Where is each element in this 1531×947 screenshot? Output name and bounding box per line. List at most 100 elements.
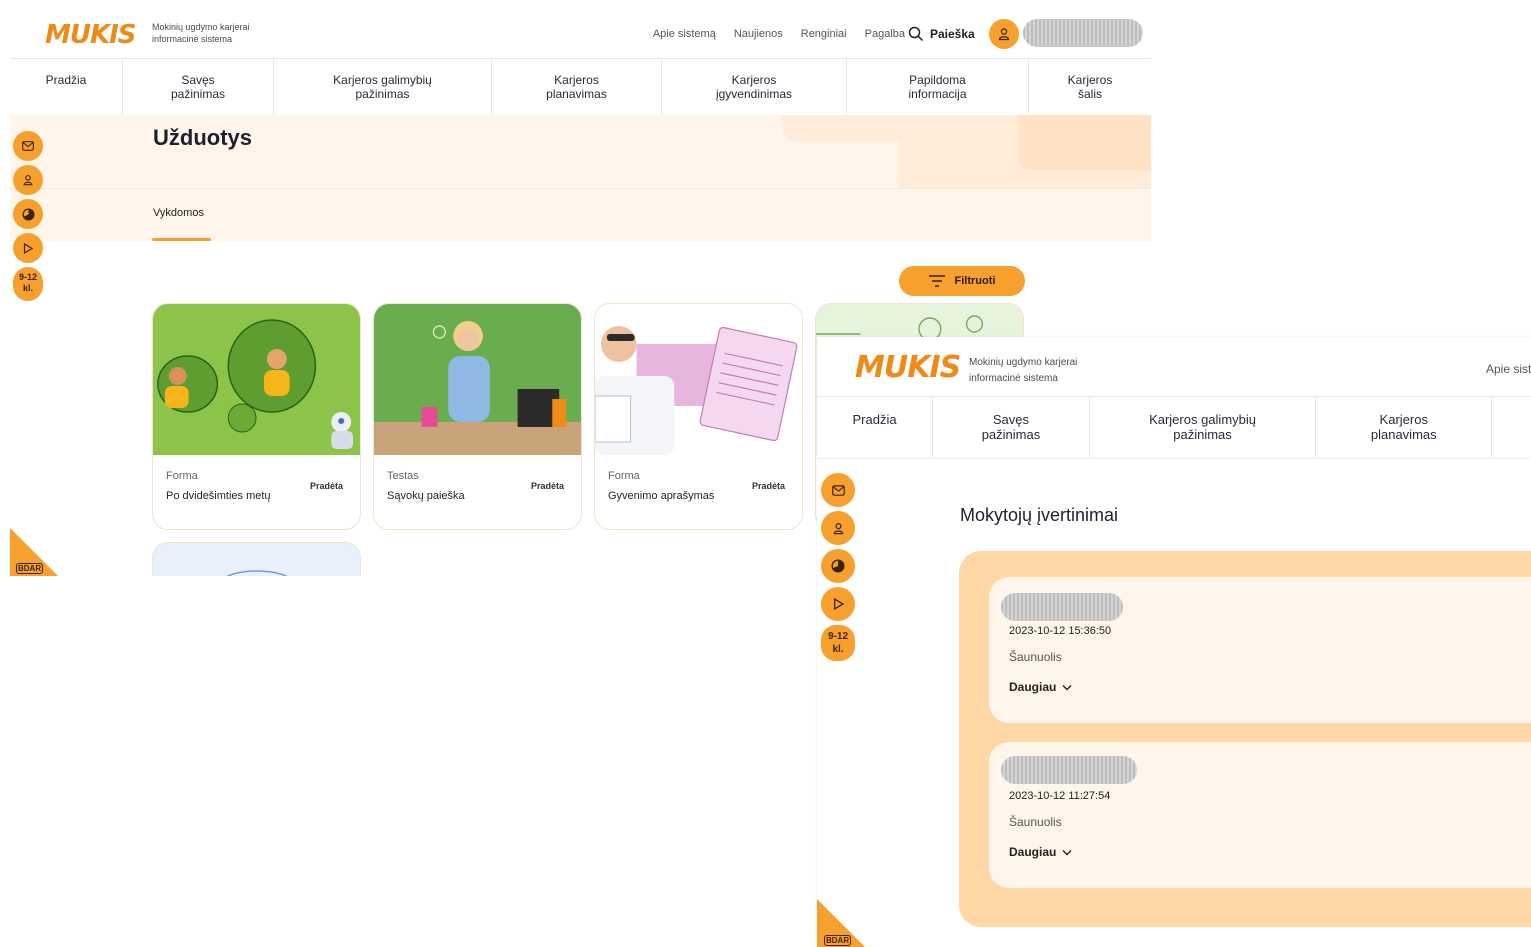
teacher-name-redacted [1001, 593, 1123, 621]
mukis-logo[interactable]: MUKIS [855, 350, 961, 385]
menu-item-planavimas[interactable]: Karjeros planavimas [1316, 397, 1493, 457]
menu-item-label: Karjeros [731, 73, 777, 87]
menu-item-label: Papildoma [909, 73, 966, 87]
messages-button[interactable] [13, 131, 43, 161]
mail-icon [831, 484, 845, 496]
section-title: Mokytojų įvertinimai [960, 505, 1119, 525]
task-card[interactable]: Testas Sąvokų paieška Pradėta [373, 303, 582, 530]
mukis-logo[interactable]: MUKIS [45, 20, 137, 50]
task-title: Po dvidešimties metų [166, 490, 271, 502]
grade-badge[interactable]: 9-12 kl. [821, 625, 855, 661]
search-button[interactable]: Paieška [908, 26, 975, 42]
evaluation-text: Šaunuolis [1009, 815, 1062, 829]
menu-item-label: Savęs [181, 73, 215, 87]
play-icon [833, 598, 844, 610]
menu-item-pradzia[interactable]: Pradžia [10, 59, 123, 115]
filter-label: Filtruoti [954, 275, 996, 287]
logo-subtitle: Mokinių ugdymo karjerai informacinė sist… [152, 21, 250, 45]
user-icon [23, 175, 33, 186]
more-button[interactable]: Daugiau [1009, 845, 1072, 859]
grade-badge-line1: 9-12 [827, 631, 848, 642]
filter-button[interactable]: Filtruoti [899, 266, 1025, 296]
menu-item-saves-pazinimas[interactable]: Savęs pažinimas [933, 397, 1090, 457]
task-status: Pradėta [309, 481, 343, 491]
progress-button[interactable] [13, 199, 43, 229]
search-label: Paieška [930, 27, 975, 41]
menu-item-planavimas[interactable]: Karjeros planavimas [492, 59, 662, 115]
site-header: MUKIS Mokinių ugdymo karjerai informacin… [10, 10, 1151, 59]
menu-item-salis[interactable]: Karjeros šalis [1029, 59, 1151, 115]
nav-link-apie[interactable]: Apie sistemą [653, 28, 716, 40]
menu-item-label: Pradžia [45, 73, 87, 87]
messages-button[interactable] [821, 473, 855, 507]
profile-rail-button[interactable] [821, 511, 855, 545]
task-card[interactable] [152, 542, 361, 576]
search-icon [908, 26, 924, 42]
chart-icon [21, 207, 35, 221]
menu-item-label: Karjeros [554, 73, 599, 87]
play-icon [23, 242, 33, 254]
filter-icon [928, 275, 945, 287]
evaluations-window: MUKIS Mokinių ugdymo karjerai informacin… [817, 337, 1531, 947]
menu-item-label: Karjeros [1379, 412, 1428, 427]
task-type: Forma [608, 470, 640, 482]
logo-subtitle-line2: informacinė sistema [969, 373, 1058, 384]
user-name-redacted[interactable] [1023, 19, 1143, 47]
logo-subtitle: Mokinių ugdymo karjerai informacinė sist… [969, 355, 1077, 387]
task-card-image [595, 304, 802, 455]
user-icon [998, 28, 1010, 41]
menu-item-galimybiu-pazinimas[interactable]: Karjeros galimybių pažinimas [1090, 397, 1317, 457]
task-type: Testas [387, 470, 419, 482]
video-button[interactable] [13, 233, 43, 263]
tab-divider [10, 188, 1151, 189]
decor-shape [1018, 115, 1151, 171]
menu-item-label: pažinimas [981, 427, 1041, 442]
profile-button[interactable] [989, 19, 1019, 49]
top-nav: Apie sistemą Naujienos Renginiai Pagalba [635, 28, 905, 40]
active-tab-indicator [152, 238, 211, 241]
menu-item-galimybiu-pazinimas[interactable]: Karjeros galimybių pažinimas [274, 59, 492, 115]
menu-item-pradzia[interactable]: Pradžia [817, 397, 934, 457]
evaluations-panel: 2023-10-12 15:36:50 Šaunuolis Daugiau 20… [959, 551, 1531, 927]
menu-item-papildoma[interactable]: Papildoma informacija [847, 59, 1029, 115]
nav-link-pagalba[interactable]: Pagalba [865, 28, 905, 40]
teacher-name-redacted [1001, 756, 1137, 784]
task-title: Gyvenimo aprašymas [608, 490, 715, 502]
user-icon [833, 522, 843, 534]
evaluation-date: 2023-10-12 11:27:54 [1009, 790, 1111, 802]
page-title: Užduotys [153, 125, 252, 150]
menu-item-label: Karjeros galimybių [333, 73, 432, 87]
more-button[interactable]: Daugiau [1009, 680, 1072, 694]
nav-link-naujienos[interactable]: Naujienos [734, 28, 783, 40]
task-type: Forma [166, 470, 198, 482]
more-label: Daugiau [1009, 680, 1057, 694]
menu-item-igyvendinimas[interactable] [1492, 397, 1531, 457]
nav-link-renginiai[interactable]: Renginiai [801, 28, 847, 40]
logo-subtitle-line2: informacinė sistema [152, 34, 233, 44]
task-card-image [374, 304, 581, 455]
tab-vykdomos[interactable]: Vykdomos [153, 207, 204, 219]
menu-item-label: pažinimas [170, 87, 226, 101]
more-label: Daugiau [1009, 845, 1057, 859]
video-button[interactable] [821, 587, 855, 621]
menu-item-label: pažinimas [355, 87, 410, 101]
grade-badge-line1: 9-12 [18, 272, 37, 282]
task-status: Pradėta [751, 481, 785, 491]
profile-rail-button[interactable] [13, 165, 43, 195]
bdar-label: BDAR [16, 563, 44, 574]
task-card[interactable]: Forma Gyvenimo aprašymas Pradėta [594, 303, 803, 530]
menu-item-label: šalis [1077, 87, 1102, 101]
menu-item-igyvendinimas[interactable]: Karjeros įgyvendinimas [662, 59, 847, 115]
task-card[interactable]: Forma Po dvidešimties metų Pradėta [152, 303, 361, 530]
evaluation-card: 2023-10-12 11:27:54 Šaunuolis Daugiau [989, 742, 1531, 888]
nav-link-apie[interactable]: Apie sist [1486, 362, 1531, 376]
menu-item-label: įgyvendinimas [715, 87, 793, 101]
grade-badge[interactable]: 9-12 kl. [13, 267, 43, 301]
side-rail: 9-12 kl. [821, 473, 855, 661]
evaluation-date: 2023-10-12 15:36:50 [1009, 625, 1112, 637]
progress-button[interactable] [821, 549, 855, 583]
site-header: MUKIS Mokinių ugdymo karjerai informacin… [817, 337, 1531, 397]
logo-subtitle-line1: Mokinių ugdymo karjerai [969, 357, 1078, 368]
menu-item-saves-pazinimas[interactable]: Savęs pažinimas [123, 59, 274, 115]
menu-item-label: Pradžia [852, 412, 897, 427]
